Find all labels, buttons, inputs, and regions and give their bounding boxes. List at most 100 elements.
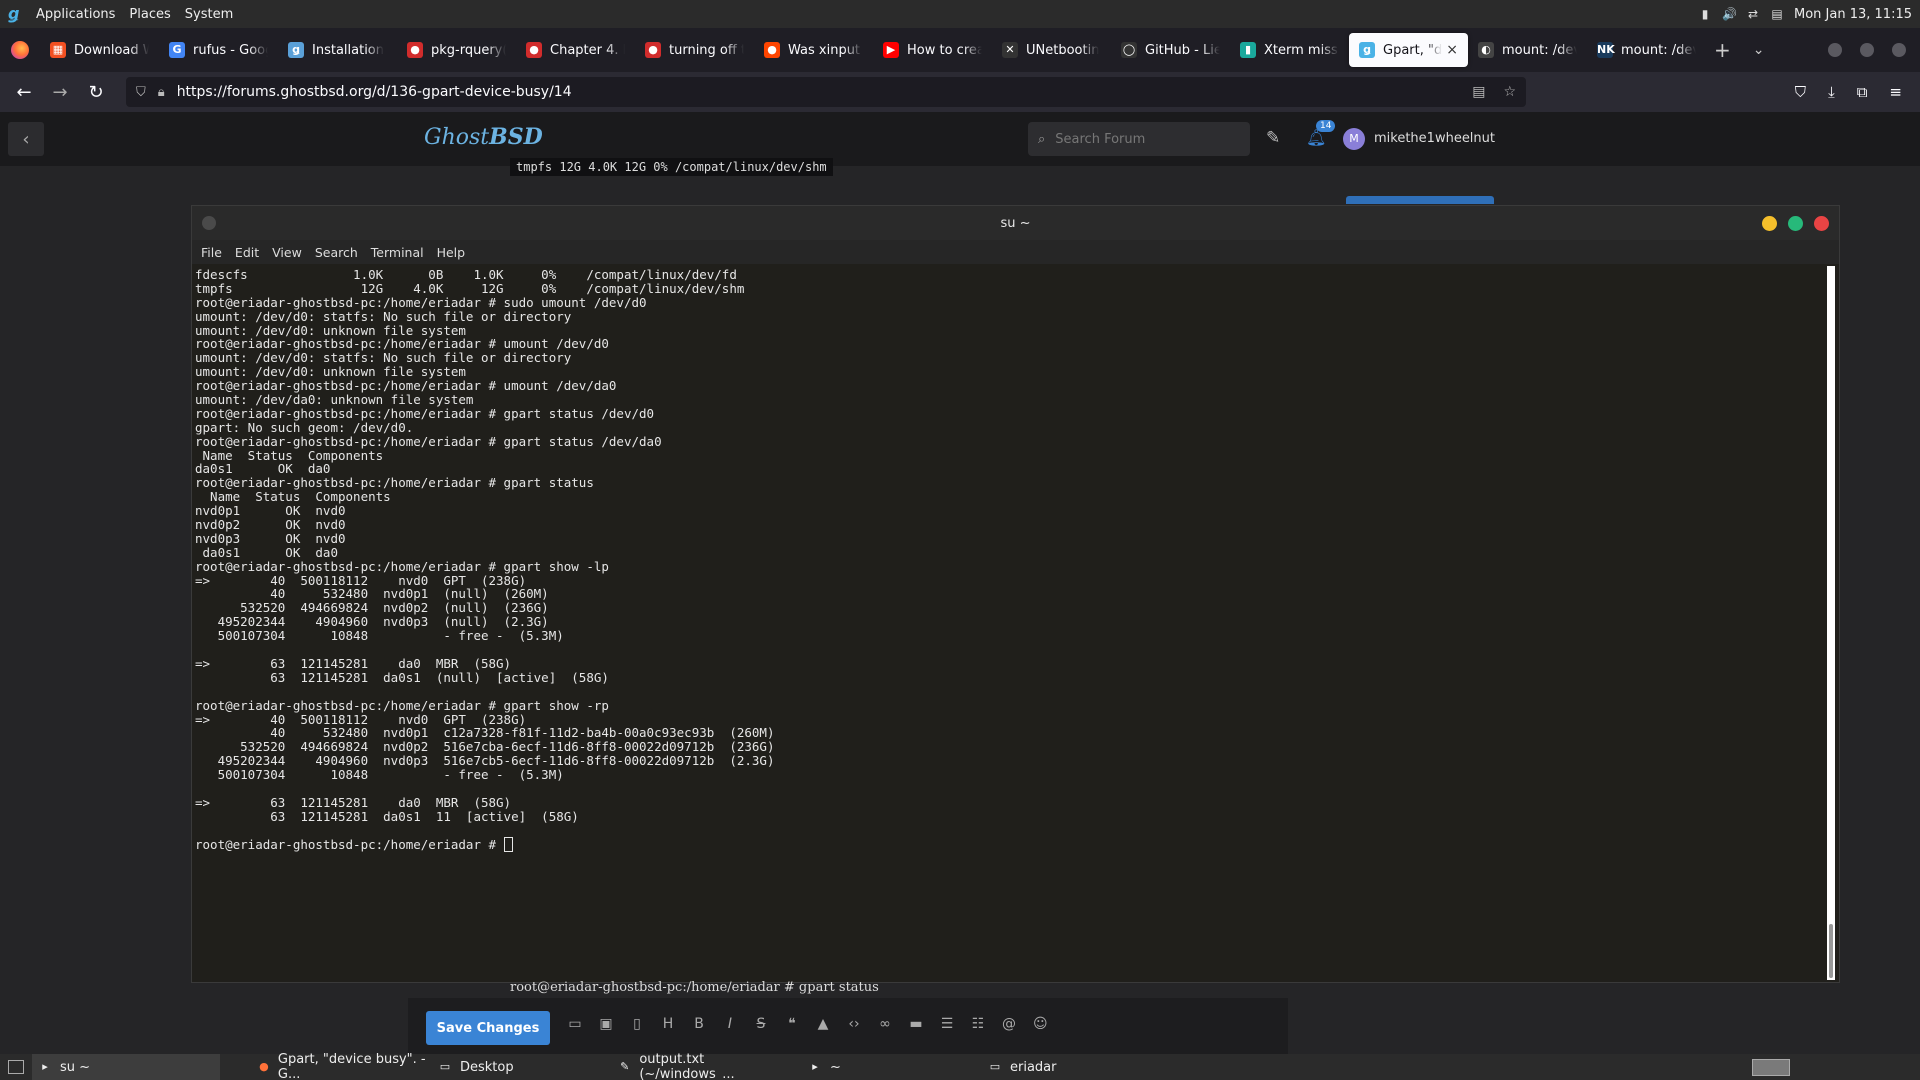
new-tab-plus-icon[interactable]: +: [1714, 38, 1731, 62]
terminal-titlebar[interactable]: su ~: [192, 206, 1839, 240]
downloads-icon[interactable]: ⤓: [1828, 83, 1835, 101]
tab-0[interactable]: ▦ Download W: [40, 33, 159, 67]
browser-nav-bar: ← → ↻ ⛉ 🔒︎ https://forums.ghostbsd.org/d…: [0, 72, 1920, 112]
italic-icon[interactable]: I: [723, 1016, 737, 1032]
tab-8[interactable]: ✕ UNetbootin: [992, 33, 1111, 67]
terminal-menu-terminal[interactable]: Terminal: [371, 245, 424, 260]
menu-system[interactable]: System: [185, 7, 233, 22]
volume-icon[interactable]: 🔊: [1722, 7, 1737, 21]
taskbar-item-eriadar[interactable]: ▭ eriadar: [982, 1054, 1162, 1080]
pocket-icon[interactable]: ⛉: [1795, 83, 1806, 101]
strikethrough-icon[interactable]: S: [754, 1016, 768, 1032]
window-menu-icon[interactable]: [202, 216, 216, 230]
numbered-list-icon[interactable]: ☷: [971, 1016, 985, 1032]
terminal-menu-help[interactable]: Help: [437, 245, 466, 260]
username[interactable]: mikethe1wheelnut: [1374, 131, 1495, 146]
tab-3[interactable]: ● pkg-rquery(8: [397, 33, 516, 67]
network-icon[interactable]: ⇄: [1746, 7, 1760, 21]
taskbar-item-desktop[interactable]: ▭ Desktop: [432, 1054, 612, 1080]
battery-icon[interactable]: ▤: [1770, 7, 1784, 21]
taskbar-item-su[interactable]: ▸ su ~: [32, 1054, 220, 1080]
terminal-window[interactable]: su ~ File Edit View Search Terminal Help…: [191, 205, 1840, 983]
tab-label: Download W: [74, 42, 149, 58]
mention-icon[interactable]: @: [1002, 1016, 1016, 1032]
compose-icon[interactable]: ✎: [1266, 128, 1280, 148]
reply-button-edge[interactable]: [1346, 196, 1494, 204]
tab-1[interactable]: Grufus - Goog: [159, 33, 278, 67]
taskbar-item-firefox[interactable]: ● Gpart, "device busy". - G...: [252, 1052, 432, 1080]
terminal-minimize-button[interactable]: [1762, 216, 1777, 231]
heading-icon[interactable]: H: [661, 1016, 675, 1032]
terminal-menu-file[interactable]: File: [201, 245, 222, 260]
tray-app-icon[interactable]: ▮: [1698, 7, 1712, 21]
terminal-output[interactable]: fdescfs 1.0K 0B 1.0K 0% /compat/linux/de…: [195, 266, 1825, 980]
link-icon[interactable]: ∞: [878, 1016, 892, 1032]
show-desktop-icon[interactable]: [8, 1060, 24, 1074]
tab-11[interactable]: ǥ Gpart, "de×: [1349, 33, 1468, 67]
image-upload-icon[interactable]: ▣: [599, 1016, 613, 1032]
menu-applications[interactable]: Applications: [36, 7, 115, 22]
terminal-menu-edit[interactable]: Edit: [235, 245, 259, 260]
bold-icon[interactable]: B: [692, 1016, 706, 1032]
save-changes-button[interactable]: Save Changes: [426, 1011, 550, 1045]
url-text[interactable]: https://forums.ghostbsd.org/d/136-gpart-…: [177, 84, 572, 100]
tab-12[interactable]: ◐ mount: /dev: [1468, 33, 1587, 67]
clock[interactable]: Mon Jan 13, 11:15: [1794, 7, 1912, 22]
tab-favicon-icon: ●: [526, 42, 542, 58]
code-icon[interactable]: ‹›: [847, 1016, 861, 1032]
composer-text-preview[interactable]: root@eriadar-ghostbsd-pc:/home/eriadar #…: [510, 980, 879, 995]
preview-icon[interactable]: ▭: [568, 1016, 582, 1032]
tracking-shield-icon[interactable]: ⛉: [136, 85, 146, 100]
bookmark-star-icon[interactable]: ☆: [1503, 84, 1516, 100]
terminal-prompt-line[interactable]: root@eriadar-ghostbsd-pc:/home/eriadar #: [195, 836, 1825, 853]
extensions-icon[interactable]: ⧉: [1857, 83, 1868, 101]
browser-maximize-button[interactable]: [1860, 43, 1874, 57]
firefox-view-icon[interactable]: [0, 28, 40, 72]
browser-close-button[interactable]: [1892, 43, 1906, 57]
tab-7[interactable]: ▶ How to crea: [873, 33, 992, 67]
quote-icon[interactable]: ❝: [785, 1016, 799, 1032]
tab-10[interactable]: ▮ Xterm missin: [1230, 33, 1349, 67]
tab-13[interactable]: NK mount: /dev: [1587, 33, 1706, 67]
tab-list-chevron-down-icon[interactable]: ⌄: [1753, 42, 1765, 58]
terminal-maximize-button[interactable]: [1788, 216, 1803, 231]
tab-4[interactable]: ● Chapter 4. In: [516, 33, 635, 67]
tab-favicon-icon: ✕: [1002, 42, 1018, 58]
forum-back-button[interactable]: ‹: [8, 122, 44, 156]
taskbar-item-output-txt[interactable]: ✎ output.txt (~/windows_...: [612, 1052, 802, 1080]
tab-close-icon[interactable]: ×: [1442, 42, 1458, 58]
emoji-icon[interactable]: ☺: [1033, 1016, 1048, 1032]
menu-places[interactable]: Places: [129, 7, 170, 22]
terminal-menu-view[interactable]: View: [272, 245, 302, 260]
terminal-scrollbar[interactable]: [1827, 266, 1835, 980]
scrollbar-thumb[interactable]: [1829, 924, 1833, 978]
spoiler-warning-icon[interactable]: ▲: [816, 1016, 830, 1032]
forward-arrow-icon[interactable]: →: [44, 76, 76, 108]
terminal-line: root@eriadar-ghostbsd-pc:/home/eriadar #…: [195, 697, 609, 713]
taskbar-item-home-terminal[interactable]: ▸ ~: [802, 1054, 982, 1080]
tab-2[interactable]: ǥ Installation: [278, 33, 397, 67]
reader-view-icon[interactable]: ▤: [1472, 84, 1485, 100]
notification-count-badge: 14: [1316, 120, 1336, 132]
avatar[interactable]: M: [1343, 128, 1365, 150]
forum-logo[interactable]: GhostBSD: [424, 124, 543, 150]
image-icon[interactable]: ▬: [909, 1016, 923, 1032]
terminal-line: root@eriadar-ghostbsd-pc:/home/eriadar #…: [195, 336, 609, 352]
notifications-bell-icon[interactable]: 🔔︎ 14: [1306, 120, 1336, 147]
file-icon[interactable]: ▯: [630, 1016, 644, 1032]
terminal-close-button[interactable]: [1814, 216, 1829, 231]
tab-5[interactable]: ● turning off tl: [635, 33, 754, 67]
forum-search-input[interactable]: ⌕ Search Forum: [1028, 122, 1250, 156]
url-bar[interactable]: ⛉ 🔒︎ https://forums.ghostbsd.org/d/136-g…: [126, 77, 1526, 107]
reload-icon[interactable]: ↻: [80, 76, 112, 108]
workspace-switcher[interactable]: [1752, 1059, 1790, 1076]
back-arrow-icon[interactable]: ←: [8, 76, 40, 108]
ghostbsd-logo-icon[interactable]: ǥ: [8, 5, 26, 23]
lock-icon[interactable]: 🔒︎: [158, 85, 165, 100]
browser-minimize-button[interactable]: [1828, 43, 1842, 57]
bullet-list-icon[interactable]: ☰: [940, 1016, 954, 1032]
terminal-menu-search[interactable]: Search: [315, 245, 358, 260]
hamburger-menu-icon[interactable]: ≡: [1889, 83, 1902, 101]
tab-9[interactable]: ◯ GitHub - Lie: [1111, 33, 1230, 67]
tab-6[interactable]: ● Was xinput o: [754, 33, 873, 67]
